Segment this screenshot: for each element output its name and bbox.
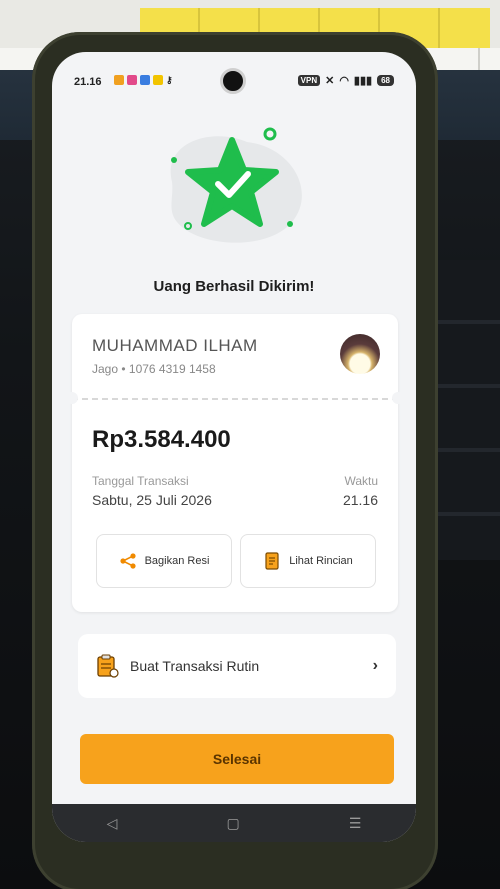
done-button[interactable]: Selesai: [80, 734, 394, 784]
time-label: Waktu: [344, 474, 378, 488]
recipient-name: MUHAMMAD ILHAM: [92, 336, 258, 355]
chevron-right-icon: ›: [372, 657, 378, 674]
home-icon[interactable]: ▢: [226, 815, 239, 832]
app-notification-icon: [127, 75, 137, 85]
share-receipt-label: Bagikan Resi: [144, 555, 210, 567]
receipt-divider: [72, 398, 398, 400]
clipboard-icon: [97, 654, 119, 678]
key-icon: ⚷: [166, 75, 173, 85]
status-time: 21.16: [74, 76, 102, 88]
mute-icon: ✕: [325, 75, 335, 87]
app-notification-icon: [140, 75, 150, 85]
share-icon: [119, 553, 136, 569]
receipt-icon: [265, 552, 279, 570]
battery-indicator: 68: [377, 75, 394, 86]
app-notification-icon: [153, 75, 163, 85]
time-value: 21.16: [342, 492, 378, 508]
star-check-icon: [170, 127, 302, 243]
transfer-amount: Rp3.584.400: [92, 426, 231, 453]
vpn-badge: VPN: [297, 75, 321, 86]
front-camera: [220, 68, 246, 94]
background-keyboard: [430, 260, 500, 560]
receipt-card: MUHAMMAD ILHAM Jago • 1076 4319 1458 Rp3…: [66, 314, 404, 612]
routine-label: Buat Transaksi Rutin: [130, 658, 260, 674]
avatar: [340, 334, 380, 374]
back-icon[interactable]: ◁: [107, 815, 118, 832]
view-details-label: Lihat Rincian: [289, 555, 353, 567]
receipt-notch-left: [66, 392, 78, 404]
phone-screen: 21.16 ⚷ VPN ✕ ◠ ▮▮▮ 68 Uang Berhasil Dik…: [52, 52, 416, 842]
date-label: Tanggal Transaksi: [92, 474, 189, 488]
share-receipt-button[interactable]: Bagikan Resi: [96, 534, 232, 588]
create-routine-transaction[interactable]: Buat Transaksi Rutin ›: [78, 634, 396, 698]
recipient-account: Jago • 1076 4319 1458: [92, 362, 216, 376]
recent-apps-icon[interactable]: ☰: [349, 815, 362, 832]
receipt-notch-right: [392, 392, 404, 404]
success-title: Uang Berhasil Dikirim!: [153, 278, 315, 295]
wifi-icon: ◠: [339, 75, 349, 87]
success-illustration: [152, 122, 312, 252]
date-value: Sabtu, 25 Juli 2026: [92, 492, 212, 508]
view-details-button[interactable]: Lihat Rincian: [240, 534, 376, 588]
system-navigation-bar: ◁ ▢ ☰: [52, 804, 416, 842]
signal-icon: ▮▮▮: [353, 75, 373, 87]
status-right: VPN ✕ ◠ ▮▮▮ 68: [297, 74, 394, 87]
app-notification-icon: [114, 75, 124, 85]
notification-icons: ⚷: [114, 75, 173, 86]
